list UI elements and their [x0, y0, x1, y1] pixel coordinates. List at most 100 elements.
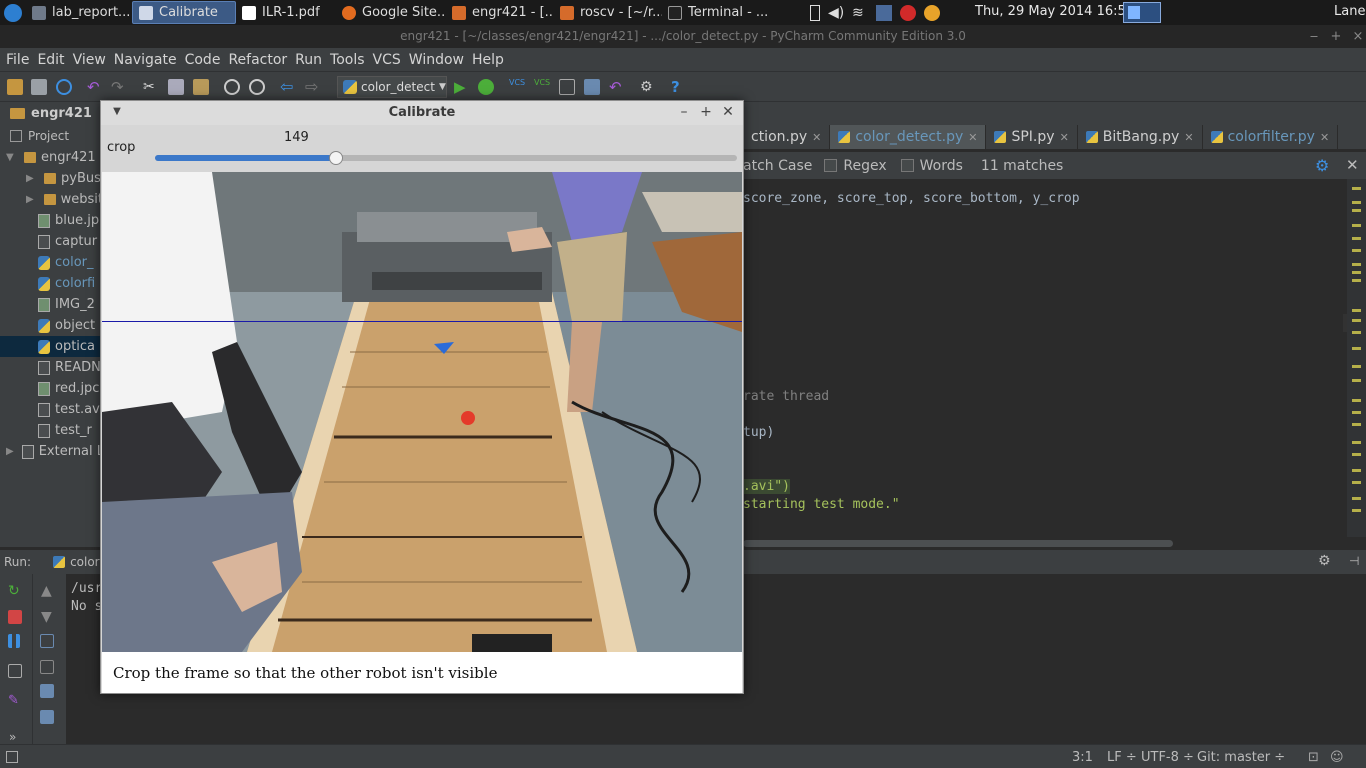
match-marker[interactable] — [1352, 481, 1361, 484]
tree-item[interactable]: captur — [0, 231, 103, 252]
tree-item[interactable]: colorfi — [0, 273, 103, 294]
menu-refactor[interactable]: Refactor — [226, 52, 293, 68]
git-branch[interactable]: Git: master ÷ — [1197, 750, 1285, 765]
pin-icon[interactable]: ✎ — [8, 694, 22, 708]
filter-settings-icon[interactable]: ⚙ — [1315, 156, 1329, 175]
clock[interactable]: Thu, 29 May 2014 16:52 — [975, 4, 1134, 19]
project-panel-header[interactable]: Project — [0, 125, 103, 147]
task-lab-report[interactable]: lab_report... — [26, 1, 132, 24]
settings-icon[interactable]: ⚙ — [640, 79, 656, 95]
help-icon[interactable]: ? — [671, 79, 687, 95]
more-icon[interactable]: » — [9, 730, 23, 744]
paste-icon[interactable] — [193, 79, 209, 95]
user-name[interactable]: Lane — [1334, 4, 1365, 19]
rerun-icon[interactable]: ↻ — [8, 584, 22, 598]
breadcrumb[interactable]: engr421 — [31, 106, 92, 121]
tree-item[interactable]: object — [0, 315, 103, 336]
tree-item[interactable]: ▶ websit — [0, 189, 103, 210]
match-marker[interactable] — [1352, 309, 1361, 312]
match-marker[interactable] — [1352, 423, 1361, 426]
arrow-up-icon[interactable]: ▲ — [41, 584, 55, 598]
layout-icon[interactable] — [8, 664, 22, 678]
close-icon[interactable]: × — [1348, 25, 1366, 48]
close-tab-icon[interactable]: ✕ — [1184, 131, 1193, 144]
undo-icon[interactable]: ↶ — [87, 79, 103, 95]
tree-item[interactable]: blue.jp — [0, 210, 103, 231]
error-stripe[interactable] — [1347, 179, 1366, 537]
match-marker[interactable] — [1352, 453, 1361, 456]
match-marker[interactable] — [1352, 509, 1361, 512]
redo-icon[interactable]: ↷ — [111, 79, 127, 95]
file-encoding[interactable]: UTF-8 ÷ — [1141, 750, 1194, 765]
close-tab-icon[interactable]: ✕ — [812, 131, 821, 144]
gear-icon[interactable]: ⚙ — [1318, 553, 1331, 569]
menu-file[interactable]: File — [4, 52, 35, 68]
tab-spi[interactable]: SPI.py ✕ — [986, 125, 1078, 149]
menu-navigate[interactable]: Navigate — [112, 52, 183, 68]
match-marker[interactable] — [1352, 271, 1361, 274]
match-marker[interactable] — [1352, 201, 1361, 204]
scrollbar-thumb[interactable] — [743, 540, 1173, 547]
match-marker[interactable] — [1352, 365, 1361, 368]
menu-run[interactable]: Run — [293, 52, 328, 68]
close-icon[interactable]: ✕ — [720, 104, 736, 120]
menu-vcs[interactable]: VCS — [371, 52, 407, 68]
slider-handle[interactable] — [329, 151, 343, 165]
match-marker[interactable] — [1352, 497, 1361, 500]
save-icon[interactable] — [31, 79, 47, 95]
start-menu-button[interactable] — [0, 0, 26, 25]
copy-icon[interactable] — [168, 79, 184, 95]
task-pycharm-engr421[interactable]: engr421 - [... — [446, 1, 554, 24]
wifi-icon[interactable]: ≋ — [852, 5, 868, 21]
run-tab[interactable]: colorf — [53, 555, 104, 569]
window-menu-icon[interactable]: ▼ — [109, 104, 125, 120]
close-tab-icon[interactable]: ✕ — [968, 131, 977, 144]
menu-help[interactable]: Help — [470, 52, 510, 68]
close-tab-icon[interactable]: ✕ — [1060, 131, 1069, 144]
vcs-commit-icon[interactable]: VCS — [534, 79, 550, 95]
tree-item[interactable]: color_ — [0, 252, 103, 273]
close-tab-icon[interactable]: ✕ — [1320, 131, 1329, 144]
match-case-label[interactable]: atch Case — [743, 158, 812, 174]
volume-icon[interactable]: ◀) — [828, 5, 844, 21]
tree-item[interactable]: ▶ pyBus — [0, 168, 103, 189]
match-marker[interactable] — [1352, 187, 1361, 190]
minimize-icon[interactable]: – — [676, 104, 692, 120]
forward-icon[interactable]: ⇨ — [305, 79, 321, 95]
debug-icon[interactable] — [478, 79, 494, 95]
match-marker[interactable] — [1352, 237, 1361, 240]
menu-view[interactable]: View — [71, 52, 112, 68]
cut-icon[interactable]: ✂ — [143, 79, 159, 95]
back-icon[interactable]: ⇦ — [280, 79, 296, 95]
trash-icon[interactable] — [40, 710, 54, 724]
menu-code[interactable]: Code — [183, 52, 227, 68]
regex-label[interactable]: Regex — [843, 158, 886, 174]
tab-bitbang[interactable]: BitBang.py ✕ — [1078, 125, 1203, 149]
words-label[interactable]: Words — [920, 158, 963, 174]
caret-position[interactable]: 3:1 — [1072, 750, 1093, 765]
soft-wrap-icon[interactable] — [40, 634, 54, 648]
menu-edit[interactable]: Edit — [35, 52, 70, 68]
words-checkbox[interactable] — [900, 159, 914, 172]
task-terminal[interactable]: Terminal - ... — [662, 1, 772, 24]
match-marker[interactable] — [1352, 209, 1361, 212]
inspector-icon[interactable]: ☺ — [1330, 750, 1344, 765]
scroll-end-icon[interactable] — [40, 660, 54, 674]
tab-ction[interactable]: ction.py ✕ — [743, 125, 831, 149]
tree-item[interactable]: test_r — [0, 420, 103, 441]
match-marker[interactable] — [1352, 319, 1361, 322]
lock-icon[interactable]: ⊡ — [1308, 750, 1319, 765]
line-separator[interactable]: LF ÷ — [1107, 750, 1137, 765]
battery-icon[interactable] — [810, 4, 820, 21]
horizontal-scrollbar[interactable] — [743, 537, 1366, 550]
regex-checkbox[interactable] — [824, 159, 838, 172]
task-pycharm-roscv[interactable]: roscv - [~/r... — [554, 1, 662, 24]
tree-item[interactable]: READN — [0, 357, 103, 378]
open-icon[interactable] — [7, 79, 23, 95]
match-marker[interactable] — [1352, 411, 1361, 414]
expand-right-icon[interactable]: ▶ — [6, 446, 14, 457]
network-icon[interactable] — [876, 4, 892, 21]
expand-down-icon[interactable]: ▼ — [6, 152, 16, 163]
vcs-history-icon[interactable] — [584, 79, 600, 95]
match-marker[interactable] — [1352, 379, 1361, 382]
